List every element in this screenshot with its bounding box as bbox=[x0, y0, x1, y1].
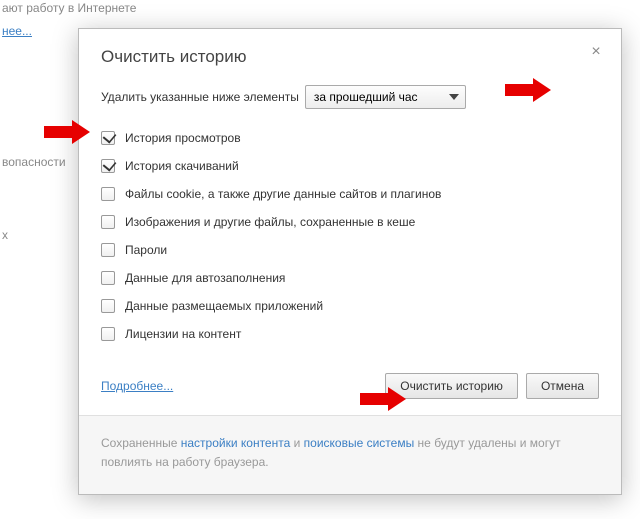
checkbox-label: Изображения и другие файлы, сохраненные … bbox=[125, 215, 415, 229]
clear-item-row[interactable]: История скачиваний bbox=[101, 155, 599, 177]
notice-text-1: Сохраненные bbox=[101, 436, 181, 450]
time-range-select-wrap: за прошедший часза вчерашний деньза прош… bbox=[305, 85, 466, 109]
time-range-select[interactable]: за прошедший часза вчерашний деньза прош… bbox=[305, 85, 466, 109]
dialog-body: Удалить указанные ниже элементы за проше… bbox=[79, 85, 621, 415]
bg-text: ают работу в Интернете bbox=[2, 1, 136, 15]
dialog-header: Очистить историю × bbox=[79, 29, 621, 85]
checkbox[interactable] bbox=[101, 215, 115, 229]
checkbox-label: Данные для автозаполнения bbox=[125, 271, 285, 285]
checkbox[interactable] bbox=[101, 159, 115, 173]
clear-item-row[interactable]: Лицензии на контент bbox=[101, 323, 599, 345]
bg-side2: х bbox=[2, 228, 8, 242]
notice-text-2: и bbox=[290, 436, 303, 450]
clear-item-row[interactable]: Данные размещаемых приложений bbox=[101, 295, 599, 317]
checkbox-label: Лицензии на контент bbox=[125, 327, 241, 341]
clear-history-button[interactable]: Очистить историю bbox=[385, 373, 518, 399]
checkbox-label: Пароли bbox=[125, 243, 167, 257]
checkbox[interactable] bbox=[101, 271, 115, 285]
dialog-title: Очистить историю bbox=[101, 47, 599, 67]
dialog-footer: Подробнее... Очистить историю Отмена bbox=[101, 373, 599, 399]
checkbox-label: Данные размещаемых приложений bbox=[125, 299, 323, 313]
checkbox[interactable] bbox=[101, 187, 115, 201]
clear-item-row[interactable]: Изображения и другие файлы, сохраненные … bbox=[101, 211, 599, 233]
search-engines-link[interactable]: поисковые системы bbox=[304, 436, 415, 450]
checkbox-label: История скачиваний bbox=[125, 159, 239, 173]
clear-history-dialog: Очистить историю × Удалить указанные ниж… bbox=[78, 28, 622, 495]
checkbox[interactable] bbox=[101, 243, 115, 257]
time-range-row: Удалить указанные ниже элементы за проше… bbox=[101, 85, 599, 109]
bg-side1: вопасности bbox=[2, 155, 66, 169]
prompt-label: Удалить указанные ниже элементы bbox=[101, 90, 299, 104]
clear-items-list: История просмотров История скачиваний Файл… bbox=[101, 127, 599, 345]
clear-item-row[interactable]: История просмотров bbox=[101, 127, 599, 149]
button-row: Очистить историю Отмена bbox=[385, 373, 599, 399]
notice-bar: Сохраненные настройки контента и поисков… bbox=[79, 415, 621, 494]
checkbox-label: История просмотров bbox=[125, 131, 241, 145]
learn-more-link[interactable]: Подробнее... bbox=[101, 379, 173, 393]
content-settings-link[interactable]: настройки контента bbox=[181, 436, 291, 450]
close-icon[interactable]: × bbox=[587, 43, 605, 61]
clear-item-row[interactable]: Файлы cookie, а также другие данные сайт… bbox=[101, 183, 599, 205]
clear-item-row[interactable]: Данные для автозаполнения bbox=[101, 267, 599, 289]
checkbox[interactable] bbox=[101, 131, 115, 145]
checkbox[interactable] bbox=[101, 327, 115, 341]
checkbox[interactable] bbox=[101, 299, 115, 313]
bg-more-link[interactable]: нее... bbox=[2, 24, 32, 38]
checkbox-label: Файлы cookie, а также другие данные сайт… bbox=[125, 187, 441, 201]
clear-item-row[interactable]: Пароли bbox=[101, 239, 599, 261]
cancel-button[interactable]: Отмена bbox=[526, 373, 599, 399]
